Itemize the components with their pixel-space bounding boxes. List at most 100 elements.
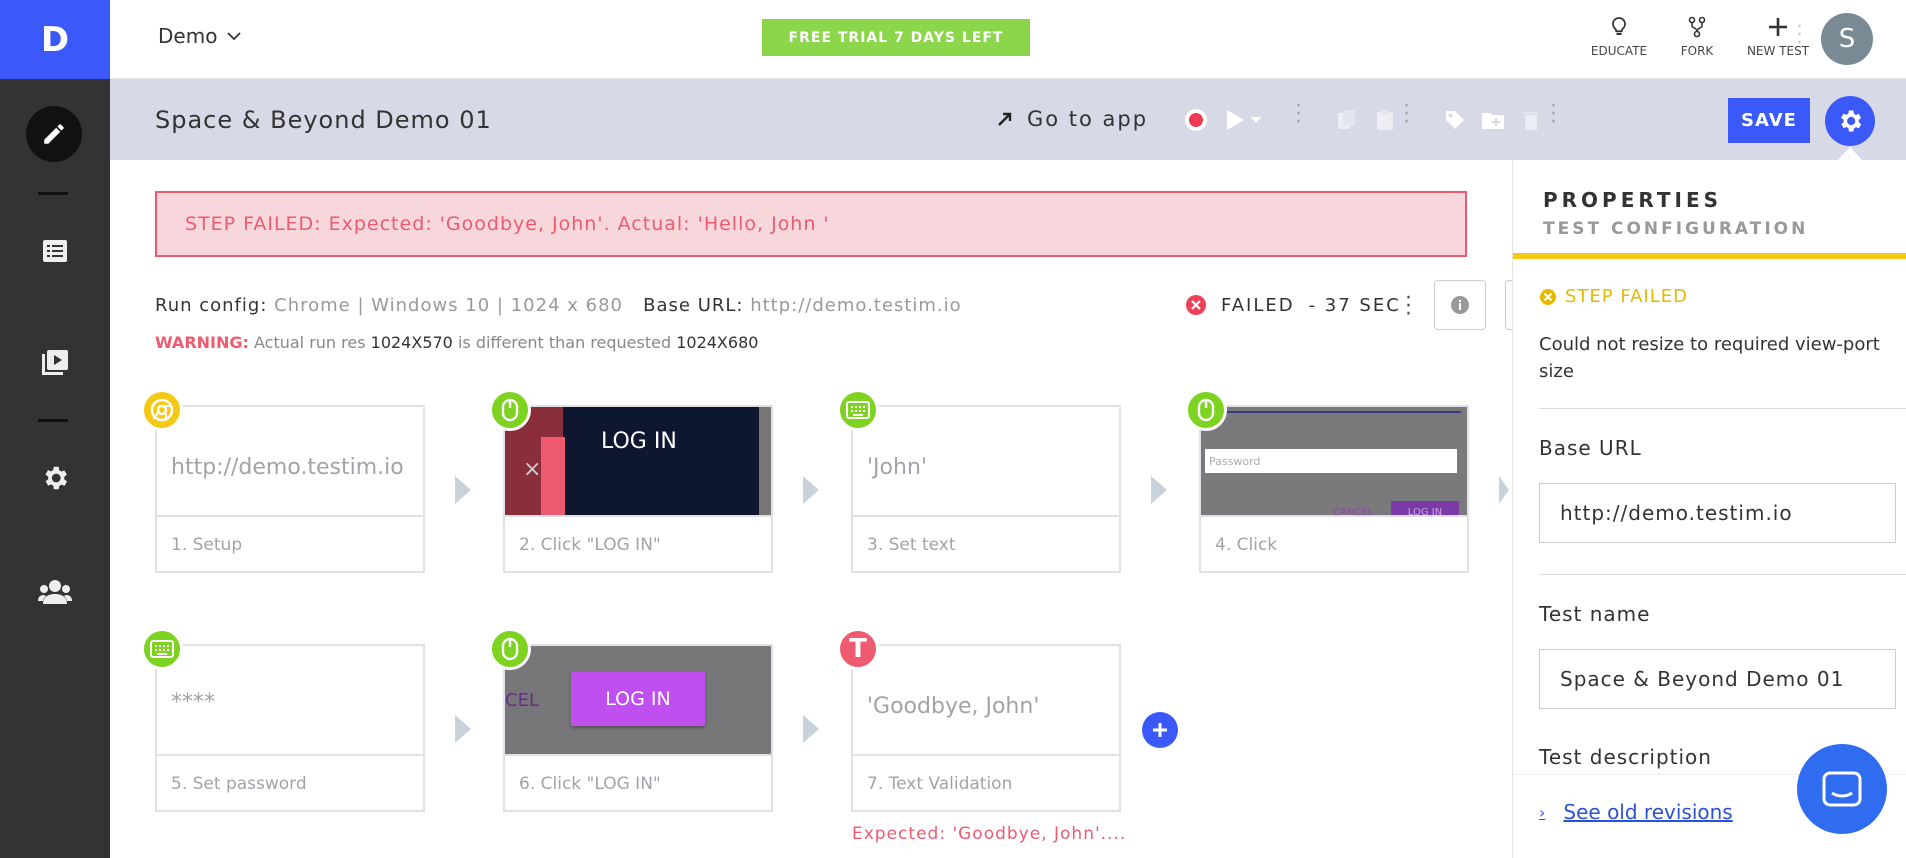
play-library-icon [42, 350, 68, 375]
resolution-warning: WARNING: Actual run res 1024X570 is diff… [155, 333, 759, 352]
go-to-app-button[interactable]: Go to app [997, 107, 1148, 131]
test-list-nav-button[interactable] [25, 221, 85, 281]
step-label: 4. Click [1215, 535, 1278, 555]
mouse-icon [489, 628, 531, 670]
see-old-revisions-link[interactable]: › See old revisions [1539, 800, 1733, 824]
test-step-5[interactable]: **** 5. Set password [155, 644, 425, 812]
run-info-button[interactable] [1434, 280, 1486, 330]
list-icon [43, 240, 67, 262]
test-step-6[interactable]: CEL LOG IN 6. Click "LOG IN" [503, 644, 773, 812]
step-thumbnail: × LOG IN [505, 407, 771, 517]
lightbulb-icon [1612, 17, 1626, 35]
test-name-label: Test name [1539, 602, 1651, 626]
play-icon [1227, 110, 1244, 130]
step-label: 6. Click "LOG IN" [519, 774, 661, 794]
educate-button[interactable]: EDUCATE [1579, 16, 1659, 58]
toolbar-more-menu[interactable]: · · · [1403, 96, 1410, 134]
step-failed-banner: STEP FAILED: Expected: 'Goodbye, John'. … [155, 191, 1467, 257]
step-failed-label: STEP FAILED [1539, 286, 1688, 307]
run-status: FAILED - 37 SEC [1185, 294, 1401, 316]
copy-button[interactable] [1332, 105, 1362, 135]
step-thumbnail: CEL LOG IN [505, 646, 771, 756]
divider [1539, 408, 1906, 409]
info-icon [1451, 296, 1469, 314]
test-description-label: Test description [1539, 745, 1712, 769]
base-url-input[interactable] [1539, 483, 1896, 543]
users-icon [38, 580, 72, 604]
divider [1539, 574, 1906, 575]
tag-icon [1446, 111, 1464, 129]
step-thumbnail: http://demo.testim.io [157, 407, 423, 517]
project-selector[interactable]: Demo [158, 24, 242, 48]
text-validation-icon: T [837, 628, 879, 670]
save-button[interactable]: SAVE [1728, 98, 1810, 143]
gear-icon [45, 466, 67, 490]
test-name-input[interactable] [1539, 649, 1896, 709]
step-error-text: Expected: 'Goodbye, John'.... [852, 824, 1127, 844]
step-thumbnail: Password CANCEL LOG IN [1201, 407, 1467, 517]
editor-nav-button[interactable] [26, 106, 82, 162]
properties-toggle-button[interactable] [1825, 96, 1875, 146]
chat-support-button[interactable] [1797, 744, 1887, 834]
settings-nav-button[interactable] [25, 448, 85, 508]
test-title: Space & Beyond Demo 01 [155, 106, 492, 134]
step-label: 3. Set text [867, 535, 956, 555]
test-step-7[interactable]: 'Goodbye, John' 7. Text Validation [851, 644, 1121, 812]
mouse-icon [1185, 389, 1227, 431]
fork-button[interactable]: FORK [1657, 16, 1737, 58]
external-arrow-icon [998, 112, 1012, 126]
base-url-value: http://demo.testim.io [750, 295, 962, 316]
test-step-4[interactable]: Password CANCEL LOG IN 4. Click [1199, 405, 1469, 573]
test-toolbar: Space & Beyond Demo 01 Go to app · · · · · ·… [110, 79, 1906, 160]
gear-icon [1841, 110, 1862, 132]
app-logo[interactable]: D [0, 0, 110, 79]
paste-button[interactable] [1370, 105, 1400, 135]
user-avatar[interactable]: S [1821, 13, 1873, 65]
new-test-button[interactable]: NEW TEST [1738, 16, 1818, 58]
toolbar-more-menu[interactable]: · · · [1295, 96, 1302, 134]
step-arrow [803, 476, 819, 504]
step-arrow [455, 715, 471, 743]
test-step-2[interactable]: × LOG IN 2. Click "LOG IN" [503, 405, 773, 573]
failed-icon [1186, 295, 1206, 315]
clipboard-icon [1377, 110, 1393, 130]
rail-divider [38, 419, 68, 422]
panel-pointer [1838, 147, 1862, 160]
record-button[interactable] [1181, 105, 1211, 135]
test-step-3[interactable]: 'John' 3. Set text [851, 405, 1121, 573]
play-button[interactable] [1220, 105, 1250, 135]
runs-nav-button[interactable] [25, 333, 85, 393]
free-trial-banner[interactable]: FREE TRIAL 7 DAYS LEFT [762, 19, 1030, 56]
test-step-1[interactable]: http://demo.testim.io 1. Setup [155, 405, 425, 573]
label-button[interactable] [1440, 105, 1470, 135]
team-nav-button[interactable] [25, 562, 85, 622]
plus-icon [1153, 723, 1167, 737]
folder-plus-icon [1482, 113, 1504, 129]
plus-icon [1769, 18, 1787, 36]
step-thumbnail: 'Goodbye, John' [853, 646, 1119, 756]
step-thumbnail: **** [157, 646, 423, 756]
panel-header: PROPERTIES TEST CONFIGURATION [1513, 160, 1906, 259]
copy-icon [1338, 110, 1355, 129]
play-options-dropdown[interactable] [1248, 105, 1264, 135]
delete-button[interactable] [1516, 105, 1546, 135]
chevron-right-icon: › [1539, 802, 1546, 822]
base-url-label: Base URL [1539, 436, 1642, 460]
keyboard-icon [141, 628, 183, 670]
add-step-button[interactable] [1142, 712, 1178, 748]
failed-icon [1540, 288, 1556, 305]
step-arrow [1499, 476, 1509, 504]
add-to-folder-button[interactable] [1478, 105, 1508, 135]
fork-icon [1688, 16, 1706, 38]
left-rail: D [0, 0, 110, 858]
step-arrow [803, 715, 819, 743]
top-more-menu[interactable]: · · · [1796, 17, 1803, 55]
toolbar-more-menu[interactable]: · · · [1550, 96, 1557, 134]
mouse-icon [489, 389, 531, 431]
caret-down-icon [1251, 117, 1261, 123]
chevron-down-icon [227, 32, 242, 41]
trash-icon [1523, 112, 1539, 130]
run-more-menu[interactable]: · · · [1405, 288, 1412, 326]
step-arrow [455, 476, 471, 504]
rail-divider [38, 192, 68, 195]
